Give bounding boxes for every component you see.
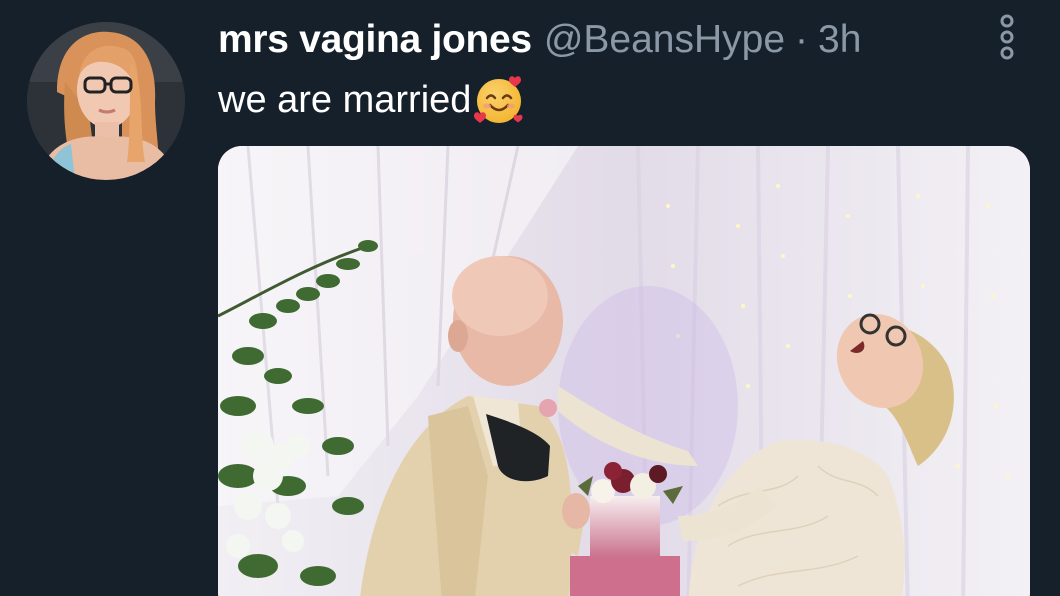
wedding-photo [218, 146, 1030, 596]
timestamp[interactable]: 3h [818, 18, 861, 62]
tweet-header: mrs vagina jones @BeansHype · 3h [218, 14, 861, 66]
tweet-media-photo[interactable] [218, 146, 1030, 596]
tweet-text-content: we are married [218, 78, 472, 121]
display-name[interactable]: mrs vagina jones [218, 18, 532, 62]
more-options-button[interactable] [995, 14, 1019, 60]
separator: · [795, 18, 809, 61]
avatar[interactable] [27, 22, 185, 180]
tweet-text: we are married [218, 74, 525, 126]
user-handle[interactable]: @BeansHype [544, 18, 785, 62]
tweet: mrs vagina jones @BeansHype · 3h we are … [0, 0, 1060, 596]
smiling-face-with-hearts-icon [473, 74, 525, 126]
avatar-image [27, 22, 185, 180]
vertical-ellipsis-icon [1000, 14, 1014, 60]
